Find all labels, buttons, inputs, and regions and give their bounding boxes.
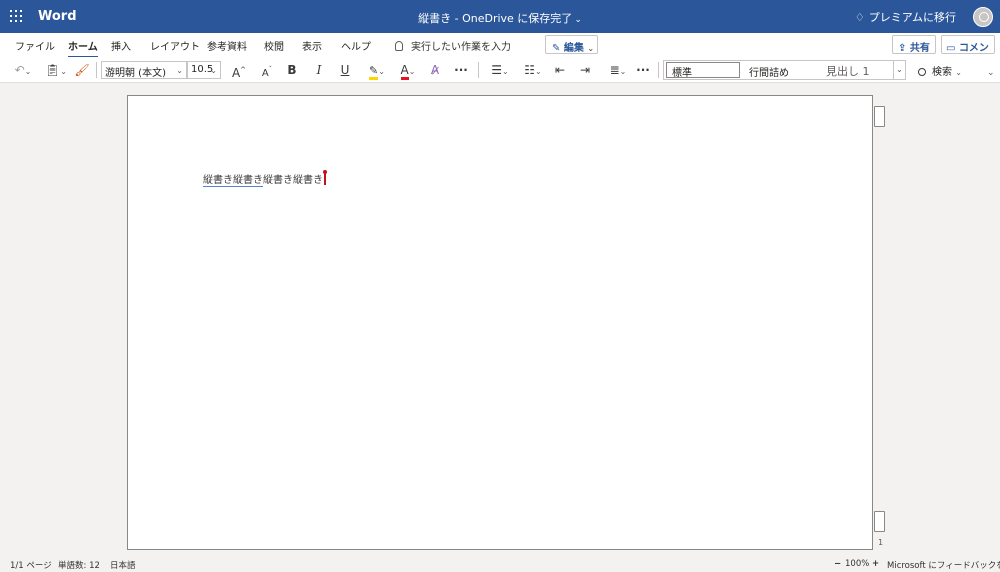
- grow-font-button[interactable]: A^: [230, 61, 248, 80]
- tab-references[interactable]: 参考資料: [207, 38, 247, 53]
- page-count[interactable]: 1/1 ページ: [10, 559, 52, 571]
- page-margin-marker: [874, 106, 885, 127]
- style-heading-1[interactable]: 見出し 1: [826, 63, 870, 79]
- format-painter-button[interactable]: 🖌︎: [74, 61, 90, 79]
- font-name-select[interactable]: 游明朝 (本文) ⌄: [101, 61, 187, 79]
- increase-indent-button[interactable]: ⇥: [577, 61, 593, 79]
- search-button[interactable]: 検索 ⌄: [918, 63, 962, 78]
- bold-button[interactable]: B: [285, 61, 299, 79]
- more-paragraph-options-button[interactable]: ···: [634, 61, 652, 79]
- collapse-ribbon-icon[interactable]: ⌄: [987, 68, 995, 78]
- page-number: 1: [878, 538, 884, 547]
- comment-icon: ▭: [946, 43, 956, 54]
- pencil-icon: ✎: [552, 43, 561, 54]
- highlight-icon: ✎: [369, 64, 379, 80]
- format-painter-icon: 🖌︎: [74, 63, 90, 77]
- align-button[interactable]: ≣⌄: [605, 61, 631, 79]
- tell-me-search[interactable]: 実行したい作業を入力: [395, 38, 511, 53]
- document-page[interactable]: 縦書き縦書き縦書き縦書き: [127, 95, 873, 550]
- numbering-icon: ☷: [524, 63, 536, 77]
- undo-button[interactable]: ↶⌄: [10, 61, 36, 79]
- shrink-font-button[interactable]: Aˇ: [258, 61, 276, 79]
- decrease-indent-icon: ⇤: [554, 63, 566, 77]
- spellcheck-underlined-text: 縦書き縦書き: [203, 175, 263, 187]
- tab-layout[interactable]: レイアウト: [150, 38, 200, 53]
- search-label: 検索: [932, 67, 952, 78]
- share-icon: ⇪: [898, 43, 907, 54]
- numbering-button[interactable]: ☷⌄: [520, 61, 546, 79]
- comments-button[interactable]: ▭ コメント: [941, 35, 995, 69]
- search-icon: [918, 68, 926, 76]
- feedback-link[interactable]: Microsoft にフィードバックを送信: [887, 559, 1000, 571]
- highlight-button[interactable]: ✎⌄: [365, 61, 389, 80]
- plain-text: 縦書き縦書き: [263, 175, 323, 186]
- ribbon-divider: [478, 62, 479, 78]
- tab-insert[interactable]: 挿入: [111, 38, 131, 53]
- more-icon: ···: [636, 63, 650, 77]
- style-no-spacing[interactable]: 行間詰め: [749, 64, 789, 79]
- ribbon-divider: [658, 62, 659, 78]
- share-label: 共有: [909, 43, 930, 54]
- lightbulb-icon: [395, 41, 403, 51]
- share-button[interactable]: ⇪ 共有: [892, 35, 936, 54]
- text-cursor: [322, 170, 326, 185]
- premium-label: プレミアムに移行: [868, 11, 956, 24]
- style-normal[interactable]: 標準: [666, 62, 740, 79]
- more-icon: ···: [454, 63, 468, 77]
- font-name-value: 游明朝 (本文): [105, 68, 166, 79]
- editing-mode-label: 編集: [563, 43, 584, 54]
- grow-font-icon: A^: [231, 66, 247, 80]
- font-color-icon: A: [400, 64, 409, 80]
- premium-link[interactable]: ♢ プレミアムに移行: [855, 9, 956, 25]
- ribbon-divider: [96, 62, 97, 78]
- tab-file[interactable]: ファイル: [15, 38, 55, 53]
- word-count[interactable]: 単語数: 12: [58, 559, 100, 571]
- diamond-icon: ♢: [854, 11, 865, 24]
- save-status: - OneDrive に保存完了: [451, 12, 573, 25]
- chevron-down-icon: ⌄: [587, 44, 595, 53]
- tab-view[interactable]: 表示: [302, 38, 322, 53]
- clear-format-button[interactable]: A̷: [427, 61, 443, 79]
- zoom-out-button[interactable]: −: [834, 559, 841, 569]
- paste-icon: 📋︎: [45, 63, 61, 77]
- ribbon: ↶⌄ 📋︎⌄ 🖌︎ 游明朝 (本文) ⌄ 10.5 ⌄ A^ Aˇ B I U ✎⌄…: [0, 57, 1000, 83]
- clear-format-icon: A̷: [430, 63, 440, 77]
- tab-home[interactable]: ホーム: [68, 38, 98, 58]
- page-margin-marker: [874, 511, 885, 532]
- document-title[interactable]: 縦書き - OneDrive に保存完了 ⌄: [0, 10, 1000, 26]
- language[interactable]: 日本語: [110, 559, 136, 571]
- paste-button[interactable]: 📋︎⌄: [43, 61, 69, 79]
- font-size-select[interactable]: 10.5 ⌄: [187, 61, 221, 79]
- styles-gallery: 標準 行間詰め 見出し 1 ⌄: [663, 60, 906, 80]
- chevron-down-icon: ⌄: [574, 15, 582, 25]
- shrink-font-icon: Aˇ: [261, 66, 273, 80]
- document-body-text[interactable]: 縦書き縦書き縦書き縦書き: [203, 170, 326, 187]
- chevron-down-icon: ⌄: [176, 66, 183, 75]
- font-color-button[interactable]: A⌄: [396, 61, 420, 80]
- tab-help[interactable]: ヘルプ: [341, 38, 371, 53]
- more-font-options-button[interactable]: ···: [452, 61, 470, 79]
- bullets-icon: ☰: [491, 63, 503, 77]
- decrease-indent-button[interactable]: ⇤: [552, 61, 568, 79]
- chevron-down-icon: ⌄: [210, 66, 217, 75]
- increase-indent-icon: ⇥: [579, 63, 591, 77]
- avatar-icon[interactable]: [973, 7, 993, 27]
- align-icon: ≣: [609, 63, 620, 77]
- underline-button[interactable]: U: [338, 61, 352, 79]
- tell-me-label: 実行したい作業を入力: [411, 42, 511, 53]
- undo-icon: ↶: [14, 63, 25, 77]
- zoom-in-button[interactable]: +: [872, 559, 879, 569]
- styles-more-button[interactable]: ⌄: [893, 61, 905, 79]
- status-bar: 1/1 ページ 単語数: 12 日本語 − 100% + Microsoft に…: [0, 556, 1000, 572]
- document-name: 縦書き: [418, 12, 452, 25]
- italic-button[interactable]: I: [312, 61, 326, 79]
- tab-review[interactable]: 校閲: [264, 38, 284, 53]
- bullets-button[interactable]: ☰⌄: [487, 61, 513, 79]
- zoom-level[interactable]: 100%: [845, 559, 869, 569]
- title-bar: Word 縦書き - OneDrive に保存完了 ⌄ ♢ プレミアムに移行: [0, 0, 1000, 33]
- menu-bar: ファイル ホーム 挿入 レイアウト 参考資料 校閲 表示 ヘルプ 実行したい作業…: [0, 33, 1000, 69]
- chevron-down-icon: ⌄: [955, 68, 962, 77]
- editing-mode-button[interactable]: ✎ 編集 ⌄: [545, 35, 598, 54]
